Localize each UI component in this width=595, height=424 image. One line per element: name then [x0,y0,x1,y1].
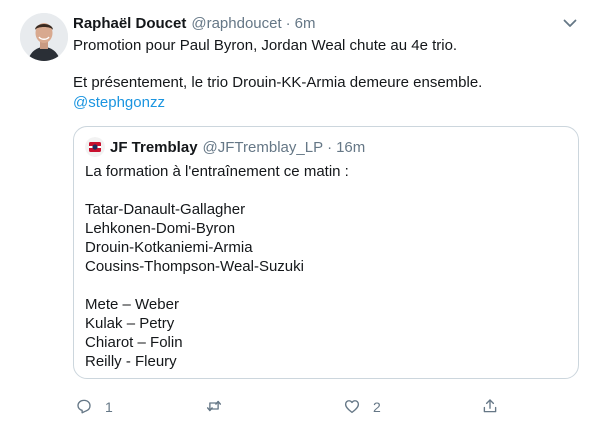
forward-line: Lehkonen-Domi-Byron [85,220,236,237]
quoted-text: La formation à l'entraînement ce matin :… [85,162,565,371]
quoted-timestamp: 16m [336,138,366,156]
defense-pair-line: Reilly - Fleury [85,353,177,370]
chevron-down-icon[interactable] [561,14,579,32]
tweet-text: Promotion pour Paul Byron, Jordan Weal c… [73,36,573,113]
share-button[interactable] [481,396,499,418]
quoted-intro: La formation à l'entraînement ce matin : [85,163,349,180]
defense-pair-line: Chiarot – Folin [85,334,183,351]
tweet-actions: 1 2 [73,396,503,418]
quoted-author-avatar [85,137,105,157]
quoted-author-handle: @JFTremblay_LP [202,138,324,156]
author-handle[interactable]: @raphdoucet [191,15,281,32]
tweet-text-line: Et présentement, le trio Drouin-KK-Armia… [73,74,483,91]
author-avatar[interactable] [20,13,68,61]
defense-pair-line: Kulak – Petry [85,315,175,332]
mention-link[interactable]: @stephgonzz [73,93,573,113]
heart-icon [343,397,361,418]
like-count: 2 [373,399,381,415]
tweet-text-line: Promotion pour Paul Byron, Jordan Weal c… [73,37,458,54]
tweet-header: Raphaël Doucet @raphdoucet · 6m [73,12,316,34]
forward-line: Tatar-Danault-Gallagher [85,201,246,218]
reply-count: 1 [105,399,113,415]
retweet-button[interactable] [205,396,235,418]
separator-dot: · [285,14,291,32]
forward-line: Cousins-Thompson-Weal-Suzuki [85,258,304,275]
quoted-author-name: JF Tremblay [110,138,198,156]
forward-line: Drouin-Kotkaniemi-Armia [85,239,253,256]
like-button[interactable]: 2 [343,396,381,418]
reply-icon [75,397,93,418]
reply-button[interactable]: 1 [75,396,113,418]
quoted-tweet[interactable]: JF Tremblay @JFTremblay_LP · 16m La form… [73,126,579,379]
retweet-icon [205,397,223,418]
author-name[interactable]: Raphaël Doucet [73,15,186,32]
quoted-header: JF Tremblay @JFTremblay_LP · 16m [110,136,365,158]
tweet-card[interactable]: Raphaël Doucet @raphdoucet · 6m Promotio… [0,0,595,424]
share-icon [481,397,499,418]
defense-pair-line: Mete – Weber [85,296,179,313]
tweet-timestamp[interactable]: 6m [295,15,316,32]
separator-dot: · [327,138,333,156]
